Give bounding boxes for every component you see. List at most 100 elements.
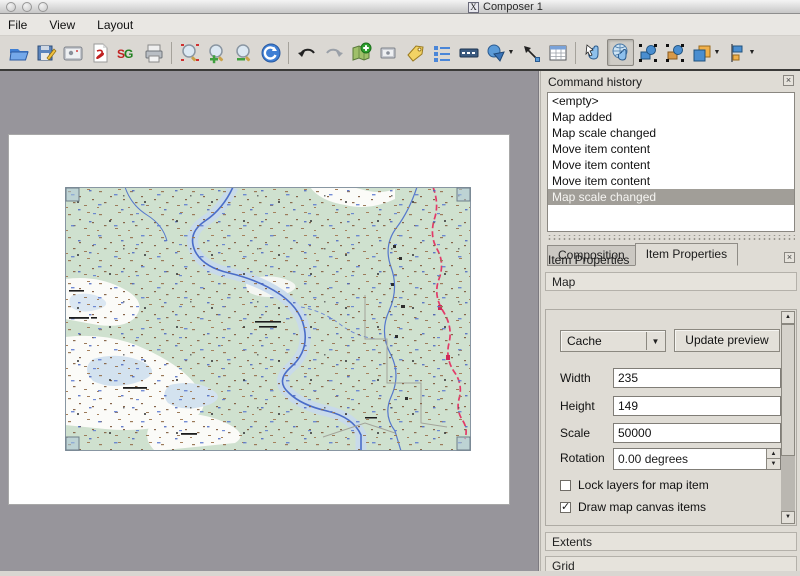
section-header-extents[interactable]: Extents bbox=[545, 532, 797, 551]
window-bottom-edge bbox=[0, 571, 800, 576]
svg-icon: SG bbox=[116, 42, 138, 64]
draw-canvas-items-checkbox[interactable] bbox=[560, 502, 571, 513]
scroll-up-icon[interactable]: ▲ bbox=[781, 311, 795, 324]
add-image-icon bbox=[377, 42, 399, 64]
history-item[interactable]: Map scale changed bbox=[548, 189, 794, 205]
add-label-button[interactable] bbox=[401, 39, 428, 66]
ungroup-items-button[interactable] bbox=[661, 39, 688, 66]
spinner-buttons[interactable]: ▲ ▼ bbox=[766, 449, 780, 469]
add-basic-shape-button[interactable]: ▼ bbox=[482, 39, 517, 66]
refresh-view-button[interactable] bbox=[257, 39, 284, 66]
export-as-svg-button[interactable]: SG bbox=[113, 39, 140, 66]
add-attribute-table-button[interactable] bbox=[544, 39, 571, 66]
composer-window: X Composer 1 File View Layout SG bbox=[0, 0, 800, 576]
lock-layers-checkbox[interactable] bbox=[560, 480, 571, 491]
map-item[interactable] bbox=[65, 187, 471, 451]
height-row: Height bbox=[560, 396, 784, 416]
print-button[interactable] bbox=[140, 39, 167, 66]
draw-canvas-items-row: Draw map canvas items bbox=[560, 500, 706, 514]
toolbar-separator bbox=[288, 42, 289, 64]
raise-items-button[interactable]: ▼ bbox=[688, 39, 723, 66]
group-icon bbox=[637, 42, 659, 64]
draw-canvas-items-label: Draw map canvas items bbox=[578, 500, 706, 514]
globe-hand-icon bbox=[610, 42, 632, 64]
height-input[interactable] bbox=[613, 396, 781, 416]
right-dock-panel: Command history × <empty> Map added Map … bbox=[540, 71, 800, 571]
export-as-image-button[interactable] bbox=[59, 39, 86, 66]
zoom-out-button[interactable] bbox=[230, 39, 257, 66]
align-items-button[interactable]: ▼ bbox=[723, 39, 758, 66]
add-scalebar-button[interactable] bbox=[455, 39, 482, 66]
rotation-label: Rotation bbox=[560, 451, 605, 465]
selection-handle[interactable] bbox=[457, 437, 470, 450]
tab-item-properties[interactable]: Item Properties bbox=[635, 243, 738, 266]
spin-up-icon[interactable]: ▲ bbox=[767, 449, 780, 459]
group-items-button[interactable] bbox=[634, 39, 661, 66]
history-item[interactable]: Map scale changed bbox=[548, 125, 794, 141]
history-item[interactable]: <empty> bbox=[548, 93, 794, 109]
move-item-content-button[interactable] bbox=[607, 39, 634, 66]
menu-file[interactable]: File bbox=[8, 18, 27, 32]
zoom-in-button[interactable] bbox=[203, 39, 230, 66]
zoom-out-icon bbox=[233, 42, 255, 64]
add-legend-button[interactable] bbox=[428, 39, 455, 66]
toolbar-separator bbox=[171, 42, 172, 64]
width-row: Width bbox=[560, 368, 784, 388]
width-input[interactable] bbox=[613, 368, 781, 388]
history-item[interactable]: Move item content bbox=[548, 141, 794, 157]
select-move-item-button[interactable] bbox=[580, 39, 607, 66]
title-bar: X Composer 1 bbox=[0, 0, 800, 14]
scalebar-icon bbox=[458, 42, 480, 64]
export-as-pdf-button[interactable] bbox=[86, 39, 113, 66]
align-items-icon bbox=[726, 42, 748, 64]
preview-mode-combobox[interactable]: Cache ▼ bbox=[560, 330, 666, 352]
undo-button[interactable] bbox=[293, 39, 320, 66]
history-item[interactable]: Move item content bbox=[548, 173, 794, 189]
pdf-icon bbox=[89, 42, 111, 64]
close-panel-icon[interactable]: × bbox=[784, 252, 795, 263]
shape-icon bbox=[485, 42, 507, 64]
load-from-template-button[interactable] bbox=[5, 39, 32, 66]
close-panel-icon[interactable]: × bbox=[783, 75, 794, 86]
menu-view[interactable]: View bbox=[49, 18, 75, 32]
history-item[interactable]: Map added bbox=[548, 109, 794, 125]
raise-items-icon bbox=[691, 42, 713, 64]
panel-splitter-handle[interactable] bbox=[547, 235, 795, 241]
history-item[interactable]: Move item content bbox=[548, 157, 794, 173]
printer-icon bbox=[143, 42, 165, 64]
rotation-spinbox[interactable]: 0.00 degrees ▲ ▼ bbox=[613, 448, 781, 470]
scale-input[interactable] bbox=[613, 423, 781, 443]
toolbar: SG bbox=[0, 36, 800, 71]
zoom-in-icon bbox=[206, 42, 228, 64]
add-arrow-button[interactable] bbox=[517, 39, 544, 66]
refresh-icon bbox=[260, 42, 282, 64]
selection-handle[interactable] bbox=[457, 188, 470, 201]
vertical-scrollbar[interactable]: ▲ ▼ bbox=[781, 311, 795, 524]
selection-handle[interactable] bbox=[66, 437, 79, 450]
folder-open-icon bbox=[8, 42, 30, 64]
map-properties-scrollarea: Cache ▼ Update preview Width Height Scal… bbox=[545, 309, 797, 526]
add-map-icon bbox=[350, 42, 372, 64]
scroll-down-icon[interactable]: ▼ bbox=[781, 511, 795, 524]
minimize-window-button[interactable] bbox=[22, 2, 32, 12]
x11-app-icon: X bbox=[468, 2, 479, 13]
zoom-window-button[interactable] bbox=[38, 2, 48, 12]
save-as-template-button[interactable] bbox=[32, 39, 59, 66]
scrollbar-thumb[interactable] bbox=[781, 324, 795, 456]
dropdown-caret-icon: ▼ bbox=[508, 49, 515, 56]
undo-icon bbox=[296, 42, 318, 64]
menu-layout[interactable]: Layout bbox=[97, 18, 133, 32]
map-preview bbox=[65, 187, 471, 451]
redo-button[interactable] bbox=[320, 39, 347, 66]
add-image-button[interactable] bbox=[374, 39, 401, 66]
spin-down-icon[interactable]: ▼ bbox=[767, 459, 780, 469]
close-window-button[interactable] bbox=[6, 2, 16, 12]
update-preview-button[interactable]: Update preview bbox=[674, 329, 780, 352]
scale-label: Scale bbox=[560, 426, 590, 440]
zoom-full-extent-button[interactable] bbox=[176, 39, 203, 66]
height-label: Height bbox=[560, 399, 595, 413]
dropdown-caret-icon: ▼ bbox=[714, 49, 721, 56]
add-new-map-button[interactable] bbox=[347, 39, 374, 66]
selection-handle[interactable] bbox=[66, 188, 79, 201]
paper-page bbox=[8, 134, 510, 505]
